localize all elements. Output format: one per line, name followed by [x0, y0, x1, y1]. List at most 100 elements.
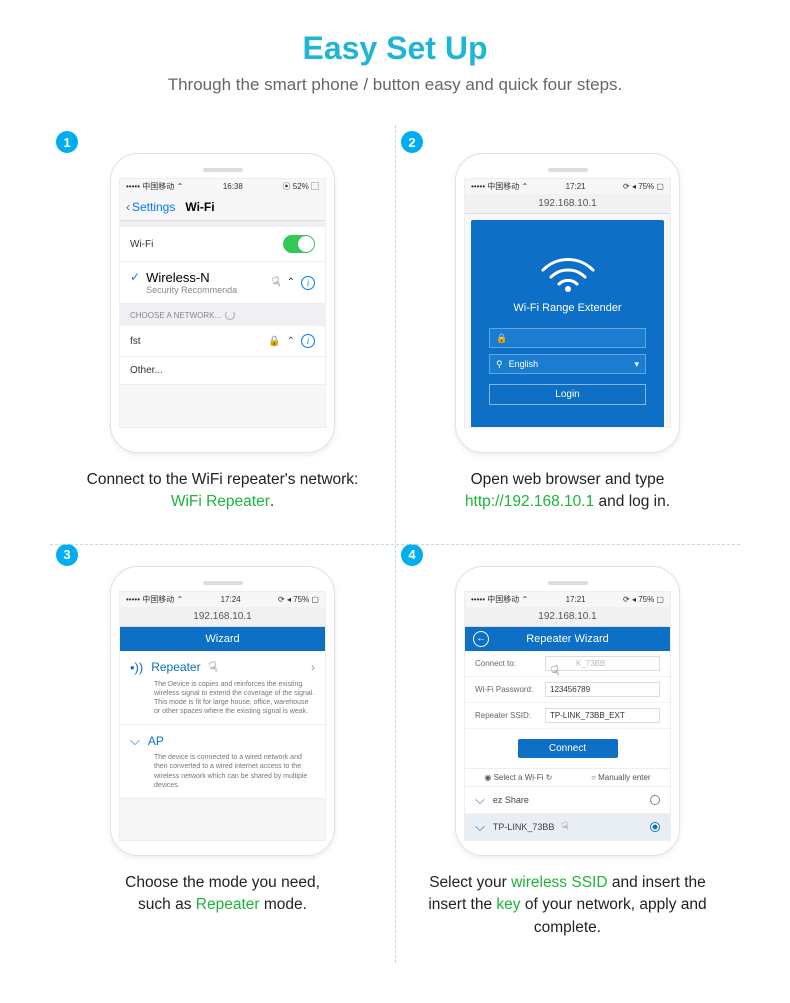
step-4: 4 ••••• 中国移动 ⌃ 17:21 ⟳ ◂ 75% ▢ 192.168.1… — [395, 538, 740, 963]
connected-ssid: Wireless-N — [146, 270, 237, 285]
panel-title: Wi-Fi Range Extender — [481, 302, 654, 314]
step-1: 1 ••••• 中国移动 ⌃ 16:38 ⦿ 52% ▢ ‹ Settings … — [50, 125, 395, 538]
steps-grid: 1 ••••• 中国移动 ⌃ 16:38 ⦿ 52% ▢ ‹ Settings … — [50, 125, 740, 963]
connect-button[interactable]: Connect — [518, 739, 618, 758]
globe-icon: ⚲ — [496, 359, 503, 370]
nav-title: Wi-Fi — [185, 200, 214, 214]
page-title: Easy Set Up — [50, 30, 740, 67]
toggle-switch-icon[interactable] — [283, 235, 315, 253]
browser-address-bar[interactable]: 192.168.10.1 — [120, 607, 325, 627]
wifi-signal-icon: ⌵ — [475, 819, 485, 835]
step-caption: Open web browser and type http://192.168… — [405, 469, 730, 514]
ap-mode-row[interactable]: ⌵ AP The device is connected to a wired … — [120, 725, 325, 798]
lock-icon: 🔒 — [268, 336, 280, 347]
tab-manual[interactable]: ○ Manually enter — [591, 773, 651, 782]
ap-icon: ⌵ — [130, 733, 140, 749]
field-label: Repeater SSID: — [475, 711, 545, 720]
info-icon[interactable]: i — [301, 334, 315, 348]
browser-address-bar[interactable]: 192.168.10.1 — [465, 194, 670, 214]
status-left: ••••• 中国移动 ⌃ — [471, 181, 528, 192]
status-time: 16:38 — [223, 182, 243, 191]
status-right: ⟳ ◂ 75% ▢ — [278, 595, 319, 604]
cursor-icon: ☟ — [561, 820, 571, 834]
network-row[interactable]: ⌵ ez Share — [465, 787, 670, 814]
radio-icon[interactable] — [650, 822, 660, 832]
browser-address-bar[interactable]: 192.168.10.1 — [465, 607, 670, 627]
back-circle-icon[interactable]: ← — [473, 631, 489, 647]
radio-icon[interactable] — [650, 795, 660, 805]
password-input[interactable]: 🔒 — [489, 328, 646, 348]
network-row[interactable]: fst 🔒 ⌃ i — [120, 326, 325, 357]
status-bar: ••••• 中国移动 ⌃ 17:21 ⟳ ◂ 75% ▢ — [465, 179, 670, 194]
wizard-bar: Wizard — [120, 627, 325, 651]
info-icon[interactable]: i — [301, 276, 315, 290]
phone-speaker — [203, 581, 243, 585]
ssid-row: Repeater SSID: TP-LINK_73BB_EXT — [465, 703, 670, 729]
wifi-toggle-label: Wi-Fi — [130, 239, 153, 250]
step-3: 3 ••••• 中国移动 ⌃ 17:24 ⟳ ◂ 75% ▢ 192.168.1… — [50, 538, 395, 963]
phone-mockup: ••••• 中国移动 ⌃ 16:38 ⦿ 52% ▢ ‹ Settings Wi… — [110, 153, 335, 453]
back-button[interactable]: ‹ Settings — [126, 200, 175, 214]
network-name: fst — [130, 336, 141, 347]
spinner-icon — [225, 310, 235, 320]
phone-speaker — [548, 168, 588, 172]
repeater-icon: •)) — [130, 660, 143, 675]
status-left: ••••• 中国移动 ⌃ — [126, 181, 183, 192]
mode-title: AP — [148, 734, 164, 748]
mode-desc: The device is connected to a wired netwo… — [130, 753, 315, 789]
select-mode-tabs: ◉ Select a Wi-Fi ↻ ○ Manually enter — [465, 769, 670, 787]
connect-to-row: Connect to: ☟ K_73BB — [465, 651, 670, 677]
back-label: Settings — [132, 200, 175, 214]
wifi-toggle-row[interactable]: Wi-Fi — [120, 227, 325, 262]
status-right: ⟳ ◂ 75% ▢ — [623, 182, 664, 191]
nav-bar: ‹ Settings Wi-Fi — [120, 194, 325, 221]
extender-panel: Wi-Fi Range Extender 🔒 ⚲ English ▾ Login — [471, 220, 664, 428]
wifi-signal-icon: ⌃ — [287, 277, 295, 288]
status-left: ••••• 中国移动 ⌃ — [471, 594, 528, 605]
connected-network-row[interactable]: ✓ Wireless-N Security Recommenda ☟ ⌃ i — [120, 262, 325, 304]
status-bar: ••••• 中国移动 ⌃ 17:24 ⟳ ◂ 75% ▢ — [120, 592, 325, 607]
wifi-signal-icon: ⌵ — [475, 792, 485, 808]
phone-mockup: ••••• 中国移动 ⌃ 17:24 ⟳ ◂ 75% ▢ 192.168.10.… — [110, 566, 335, 856]
phone-screen: ••••• 中国移动 ⌃ 17:21 ⟳ ◂ 75% ▢ 192.168.10.… — [464, 591, 671, 841]
status-time: 17:21 — [566, 182, 586, 191]
ssid-input[interactable]: TP-LINK_73BB_EXT — [545, 708, 660, 723]
step-badge: 4 — [401, 544, 423, 566]
mode-desc: The Device is copies and reinforces the … — [130, 680, 315, 716]
mode-title: Repeater — [151, 660, 200, 674]
repeater-mode-row[interactable]: •)) Repeater ☟ › The Device is copies an… — [120, 651, 325, 725]
network-row-selected[interactable]: ⌵ TP-LINK_73BB ☟ — [465, 814, 670, 841]
cursor-icon: ☟ — [270, 273, 283, 292]
phone-speaker — [203, 168, 243, 172]
phone-screen: ••••• 中国移动 ⌃ 17:24 ⟳ ◂ 75% ▢ 192.168.10.… — [119, 591, 326, 841]
lock-icon: 🔒 — [496, 333, 507, 344]
cursor-icon: ☟ — [549, 646, 621, 681]
login-button[interactable]: Login — [489, 384, 646, 405]
field-label: Connect to: — [475, 659, 545, 668]
cursor-icon: ☟ — [207, 658, 220, 677]
network-name: ez Share — [493, 795, 529, 805]
step-caption: Select your wireless SSID and insert the… — [405, 872, 730, 939]
language-select[interactable]: ⚲ English ▾ — [489, 354, 646, 374]
password-row: Wi-Fi Password: 123456789 — [465, 677, 670, 703]
wifi-icon — [533, 242, 603, 292]
phone-speaker — [548, 581, 588, 585]
page-subtitle: Through the smart phone / button easy an… — [50, 75, 740, 95]
other-network-row[interactable]: Other... — [120, 357, 325, 385]
status-time: 17:24 — [221, 595, 241, 604]
chevron-down-icon: ▾ — [634, 359, 639, 370]
step-2: 2 ••••• 中国移动 ⌃ 17:21 ⟳ ◂ 75% ▢ 192.168.1… — [395, 125, 740, 538]
password-input[interactable]: 123456789 — [545, 682, 660, 697]
phone-screen: ••••• 中国移动 ⌃ 16:38 ⦿ 52% ▢ ‹ Settings Wi… — [119, 178, 326, 428]
field-label: Wi-Fi Password: — [475, 685, 545, 694]
tab-select-wifi[interactable]: ◉ Select a Wi-Fi ↻ — [484, 773, 552, 782]
status-bar: ••••• 中国移动 ⌃ 17:21 ⟳ ◂ 75% ▢ — [465, 592, 670, 607]
status-right: ⟳ ◂ 75% ▢ — [623, 595, 664, 604]
choose-network-label: CHOOSE A NETWORK... — [120, 304, 325, 326]
wifi-signal-icon: ⌃ — [287, 336, 295, 347]
connect-to-input[interactable]: ☟ K_73BB — [545, 656, 660, 671]
connected-sub: Security Recommenda — [146, 285, 237, 295]
phone-mockup: ••••• 中国移动 ⌃ 17:21 ⟳ ◂ 75% ▢ 192.168.10.… — [455, 566, 680, 856]
step-badge: 3 — [56, 544, 78, 566]
step-caption: Connect to the WiFi repeater's network: … — [60, 469, 385, 514]
